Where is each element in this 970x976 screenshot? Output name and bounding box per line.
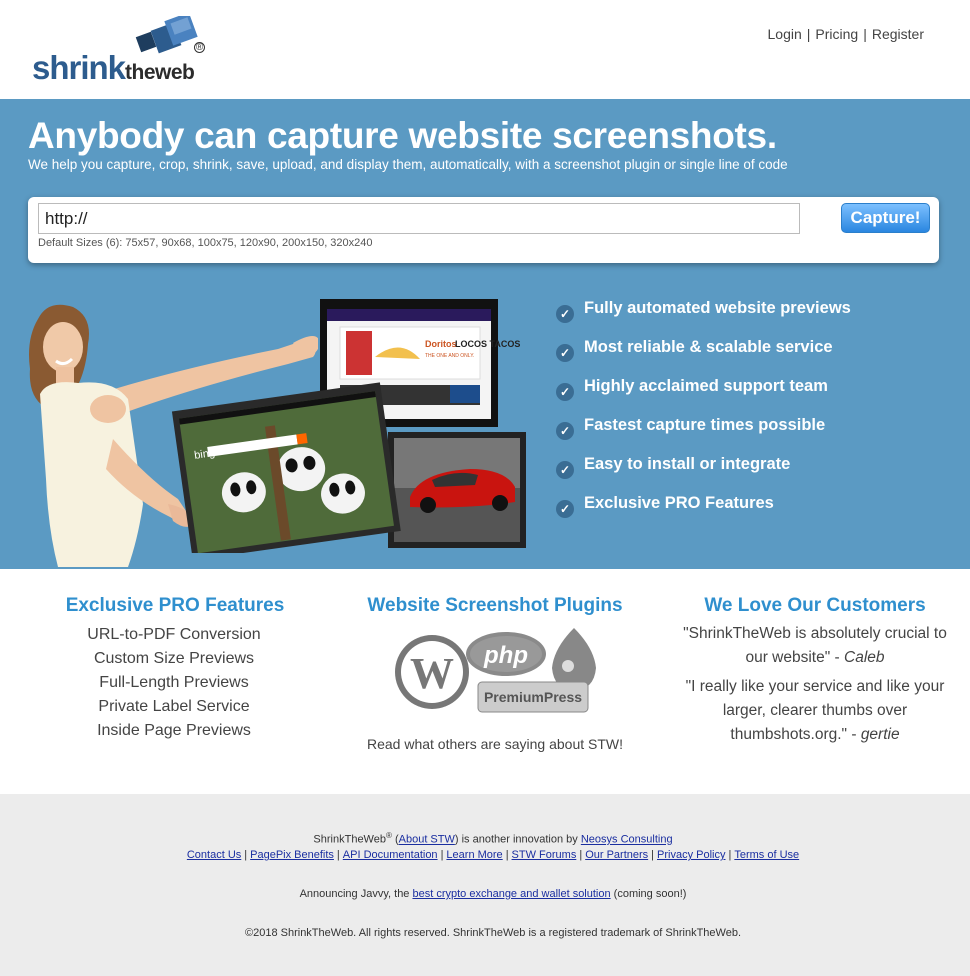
api-documentation-link[interactable]: API Documentation <box>343 849 438 861</box>
quote-author: Caleb <box>844 649 885 666</box>
quote-text: "I really like your service and like you… <box>685 678 945 743</box>
privacy-policy-link[interactable]: Privacy Policy <box>657 849 725 861</box>
pro-feature-item[interactable]: Private Label Service <box>60 697 288 721</box>
top-nav: Login | Pricing | Register <box>768 26 924 42</box>
capture-button[interactable]: Capture! <box>841 203 930 233</box>
premiumpress-icon: PremiumPress <box>477 681 589 713</box>
pro-features-title[interactable]: Exclusive PRO Features <box>60 595 290 617</box>
footer-open-paren: ( <box>391 833 399 846</box>
footer-credit-line: ShrinkTheWeb® (About STW) is another inn… <box>0 831 970 846</box>
hero-section: Anybody can capture website screenshots.… <box>0 99 970 569</box>
customers-title[interactable]: We Love Our Customers <box>680 595 950 617</box>
pro-feature-item[interactable]: URL-to-PDF Conversion <box>60 625 288 649</box>
quote-author: gertie <box>860 726 900 743</box>
feature-text: Easy to install or integrate <box>584 455 791 473</box>
wordpress-icon: W <box>395 635 469 709</box>
plugins-logos-image[interactable]: W php PremiumPress <box>394 628 600 716</box>
doritos-tagline-text: THE ONE AND ONLY. <box>425 353 474 359</box>
checkmark-icon: ✓ <box>556 500 574 518</box>
footer-innovation-text: ) is another innovation by <box>454 833 581 846</box>
stw-forums-link[interactable]: STW Forums <box>512 849 577 861</box>
drupal-icon <box>552 628 596 690</box>
footer-brand: ShrinkTheWeb <box>313 833 386 846</box>
feature-text: Highly acclaimed support team <box>584 377 828 395</box>
feature-text: Fully automated website previews <box>584 299 851 317</box>
feature-text: Most reliable & scalable service <box>584 338 833 356</box>
register-link[interactable]: Register <box>872 26 924 42</box>
info-section: Exclusive PRO Features URL-to-PDF Conver… <box>0 569 970 794</box>
neosys-link[interactable]: Neosys Consulting <box>581 834 673 846</box>
checkmark-icon: ✓ <box>556 422 574 440</box>
website-screenshots-image: Doritos LOCOS TACOS THE ONE AND ONLY. bi… <box>171 299 526 553</box>
svg-text:W: W <box>410 649 454 698</box>
nav-separator: | <box>806 26 811 42</box>
pro-features-list: URL-to-PDF Conversion Custom Size Previe… <box>60 625 288 745</box>
checkmark-icon: ✓ <box>556 305 574 323</box>
logo-web-text: web <box>155 61 195 84</box>
registered-mark: ® <box>194 42 205 53</box>
site-footer: ShrinkTheWeb® (About STW) is another inn… <box>0 794 970 976</box>
php-label: php <box>483 642 528 669</box>
feature-text: Fastest capture times possible <box>584 416 826 434</box>
premiumpress-label: PremiumPress <box>484 689 582 705</box>
hero-subtitle: We help you capture, crop, shrink, save,… <box>28 157 788 172</box>
doritos-tacos-text: LOCOS TACOS <box>455 339 520 349</box>
shrinktheweb-logo[interactable]: shrinktheweb ® <box>32 16 212 86</box>
logo-wordmark: shrinktheweb <box>32 49 195 87</box>
quote-text: "ShrinkTheWeb is absolutely crucial to o… <box>683 625 947 666</box>
capture-form: Capture! Default Sizes (6): 75x57, 90x68… <box>28 197 939 263</box>
doritos-brand-text: Doritos <box>425 339 457 349</box>
footer-links: Contact Us | PagePix Benefits | API Document… <box>186 849 800 861</box>
checkmark-icon: ✓ <box>556 344 574 362</box>
footer-copyright: ©2018 ShrinkTheWeb. All rights reserved.… <box>245 927 741 939</box>
site-header: shrinktheweb ® Login | Pricing | Register <box>0 0 970 99</box>
hero-title: Anybody can capture website screenshots. <box>28 115 777 156</box>
plugins-title[interactable]: Website Screenshot Plugins <box>360 595 630 617</box>
feature-text: Exclusive PRO Features <box>584 494 774 512</box>
terms-of-use-link[interactable]: Terms of Use <box>734 849 799 861</box>
announce-suffix: (coming soon!) <box>610 888 687 900</box>
logo-the-text: the <box>125 61 156 84</box>
contact-us-link[interactable]: Contact Us <box>187 849 241 861</box>
pagepix-benefits-link[interactable]: PagePix Benefits <box>250 849 334 861</box>
nav-separator: | <box>863 26 867 42</box>
customer-quote: "I really like your service and like you… <box>672 675 958 747</box>
learn-more-link[interactable]: Learn More <box>446 849 502 861</box>
url-input[interactable] <box>38 203 800 234</box>
login-link[interactable]: Login <box>768 26 802 42</box>
announce-prefix: Announcing Javvy, the <box>299 888 413 900</box>
checkmark-icon: ✓ <box>556 461 574 479</box>
php-icon: php <box>466 632 546 676</box>
customer-quote: "ShrinkTheWeb is absolutely crucial to o… <box>672 622 958 670</box>
pricing-link[interactable]: Pricing <box>815 26 858 42</box>
logo-shrink-text: shrink <box>32 49 126 86</box>
checkmark-icon: ✓ <box>556 383 574 401</box>
pro-feature-item[interactable]: Custom Size Previews <box>60 649 288 673</box>
crypto-exchange-link[interactable]: best crypto exchange and wallet solution <box>412 888 610 900</box>
pro-feature-item[interactable]: Full-Length Previews <box>60 673 288 697</box>
default-sizes-text: Default Sizes (6): 75x57, 90x68, 100x75,… <box>38 237 373 249</box>
our-partners-link[interactable]: Our Partners <box>585 849 648 861</box>
about-stw-link[interactable]: About STW <box>399 834 455 846</box>
footer-announcement: Announcing Javvy, the best crypto exchan… <box>0 888 970 900</box>
